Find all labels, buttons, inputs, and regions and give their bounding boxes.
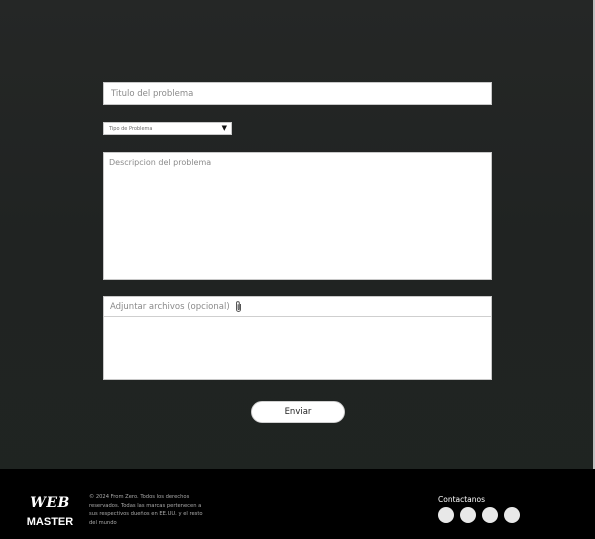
logo-bottom-text: MASTER [26, 516, 74, 528]
social-icon-1[interactable] [438, 507, 454, 523]
attachments-drop-area[interactable] [104, 317, 491, 379]
copyright-line: sus respectivos dueños en EE.UU. y el re… [89, 511, 203, 518]
copyright-line: © 2024 From Zero. Todos los derechos [89, 494, 190, 500]
social-icon-4[interactable] [504, 507, 520, 523]
site-footer: WEB MASTER © 2024 From Zero. Todos los d… [0, 469, 595, 539]
contact-title: Contactanos [438, 495, 486, 504]
submit-button[interactable]: Enviar [251, 401, 345, 423]
problem-title-input[interactable] [103, 82, 492, 105]
webmaster-logo[interactable]: WEB MASTER [24, 495, 76, 529]
dropdown-arrow-icon: ▼ [221, 124, 227, 132]
problem-report-form: Tipo de Problema ▼ Adjuntar archivos (op… [0, 0, 595, 469]
logo-top-text: WEB [30, 495, 70, 511]
attach-files-button[interactable]: Adjuntar archivos (opcional) [104, 297, 491, 317]
attach-files-label: Adjuntar archivos (opcional) [110, 301, 230, 312]
social-links [438, 507, 520, 523]
problem-type-selected-value: Tipo de Problema [109, 125, 153, 132]
copyright-line: reservados. Todas las marcas pertenecen … [89, 502, 202, 509]
attachments-box: Adjuntar archivos (opcional) [103, 296, 492, 380]
problem-type-select[interactable]: Tipo de Problema ▼ [103, 122, 232, 135]
copyright-line: del mundo [89, 519, 117, 526]
social-icon-2[interactable] [460, 507, 476, 523]
problem-description-textarea[interactable] [103, 152, 492, 280]
copyright-text: © 2024 From Zero. Todos los derechos res… [89, 493, 227, 527]
contact-section: Contactanos [438, 495, 520, 523]
social-icon-3[interactable] [482, 507, 498, 523]
paperclip-icon [235, 301, 241, 312]
